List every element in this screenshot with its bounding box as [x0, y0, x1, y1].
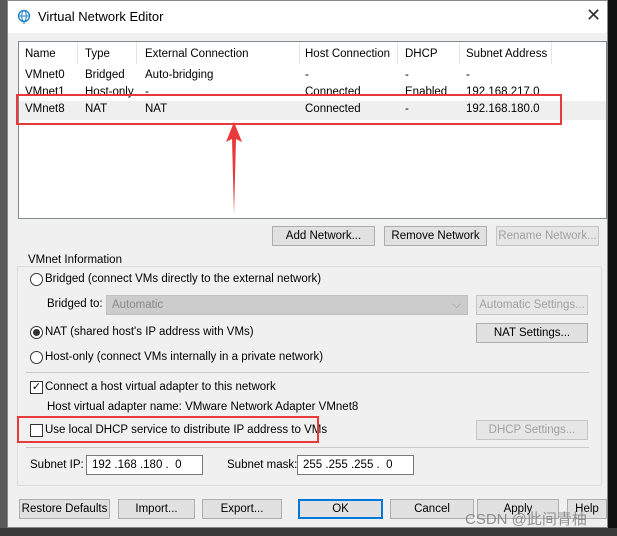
restore-defaults-button[interactable]: Restore Defaults: [19, 499, 110, 519]
column-header[interactable]: Name: [25, 48, 56, 60]
virtual-network-editor-dialog: Virtual Network Editor ✕ Name Type Exter…: [7, 0, 608, 528]
cancel-button[interactable]: Cancel: [390, 499, 474, 519]
add-network-button[interactable]: Add Network...: [272, 226, 375, 246]
bridged-radio[interactable]: [30, 273, 43, 286]
subnet-ip-input[interactable]: 192 .168 .180 . 0: [86, 455, 203, 475]
cell-name: VMnet0: [25, 69, 65, 81]
globe-network-icon: [17, 9, 31, 24]
automatic-settings-button[interactable]: Automatic Settings...: [476, 295, 588, 315]
cell-type: Bridged: [85, 69, 125, 81]
chevron-down-icon: ⌵: [452, 299, 461, 311]
dhcp-settings-button[interactable]: DHCP Settings...: [476, 420, 588, 440]
close-icon[interactable]: ✕: [586, 5, 601, 26]
red-arrow-icon: [226, 122, 242, 215]
rename-network-button[interactable]: Rename Network...: [496, 226, 599, 246]
table-row[interactable]: VMnet0 Bridged Auto-bridging - - -: [19, 69, 606, 87]
cell-external: Auto-bridging: [145, 69, 214, 81]
ok-button[interactable]: OK: [298, 499, 383, 519]
cell-host: -: [305, 69, 309, 81]
bridged-to-dropdown[interactable]: Automatic ⌵: [106, 295, 468, 315]
column-header[interactable]: Host Connection: [305, 48, 390, 60]
column-header[interactable]: Subnet Address: [466, 48, 547, 60]
network-list[interactable]: Name Type External Connection Host Conne…: [18, 41, 607, 219]
title-bar: Virtual Network Editor ✕: [8, 1, 607, 33]
bridged-to-label: Bridged to:: [47, 298, 103, 310]
connect-adapter-label: Connect a host virtual adapter to this n…: [45, 381, 276, 393]
table-header: Name Type External Connection Host Conne…: [19, 42, 606, 64]
column-header[interactable]: External Connection: [145, 48, 249, 60]
subnet-mask-input[interactable]: 255 .255 .255 . 0: [297, 455, 414, 475]
nat-radio[interactable]: [30, 326, 43, 339]
connect-adapter-checkbox[interactable]: ✓: [30, 381, 43, 394]
window-title: Virtual Network Editor: [38, 9, 164, 24]
background-window: [0, 528, 617, 536]
subnet-ip-label: Subnet IP:: [30, 459, 84, 471]
import-button[interactable]: Import...: [118, 499, 195, 519]
divider: [26, 447, 589, 448]
nat-label: NAT (shared host's IP address with VMs): [45, 326, 254, 338]
dropdown-value: Automatic: [112, 299, 164, 311]
column-header[interactable]: Type: [85, 48, 110, 60]
subnet-mask-label: Subnet mask:: [227, 459, 298, 471]
cell-dhcp: -: [405, 69, 409, 81]
host-only-radio[interactable]: [30, 351, 43, 364]
host-only-label: Host-only (connect VMs internally in a p…: [45, 351, 324, 363]
divider: [26, 372, 589, 373]
group-label: VMnet Information: [26, 254, 124, 266]
nat-settings-button[interactable]: NAT Settings...: [476, 323, 588, 343]
remove-network-button[interactable]: Remove Network: [384, 226, 487, 246]
highlight-box-vmnet8: [16, 94, 562, 125]
cell-subnet: -: [466, 69, 470, 81]
column-header[interactable]: DHCP: [405, 48, 438, 60]
adapter-name: Host virtual adapter name: VMware Networ…: [47, 401, 359, 413]
export-button[interactable]: Export...: [202, 499, 282, 519]
background-terminal: [608, 0, 617, 536]
watermark: CSDN @此间青柚: [465, 511, 587, 528]
highlight-box-dhcp: [17, 416, 319, 443]
bridged-label: Bridged (connect VMs directly to the ext…: [45, 273, 322, 285]
